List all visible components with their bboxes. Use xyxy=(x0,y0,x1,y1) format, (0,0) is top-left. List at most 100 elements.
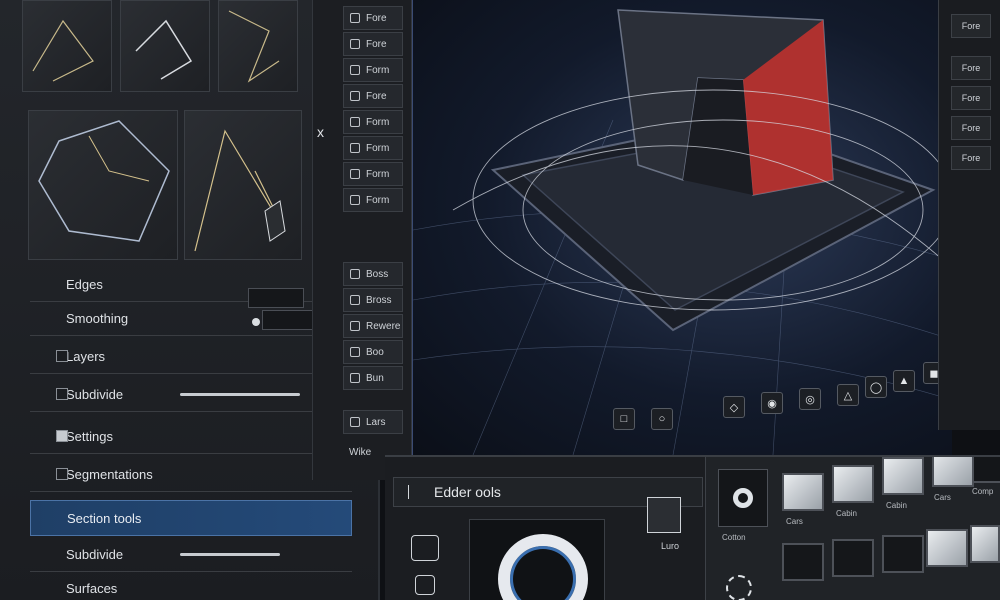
segmentations-checkbox[interactable] xyxy=(56,468,68,480)
swatch-label: Cabin xyxy=(886,501,907,510)
material-swatch[interactable] xyxy=(782,543,824,581)
tool-icon xyxy=(350,195,360,205)
row-label: Segmentations xyxy=(66,467,153,482)
tool-button[interactable]: Bross xyxy=(343,288,403,312)
row-label: Section tools xyxy=(67,510,142,526)
material-swatch[interactable] xyxy=(882,535,924,573)
row-label: Edges xyxy=(66,277,103,292)
subdivide-checkbox[interactable] xyxy=(56,388,68,400)
view-button[interactable]: ◯ xyxy=(865,376,887,398)
right-tool-button[interactable]: Fore xyxy=(951,116,991,140)
tool-button[interactable]: Boo xyxy=(343,340,403,364)
tool-button[interactable]: Form xyxy=(343,110,403,134)
row-label: Subdivide xyxy=(66,547,124,562)
slider-knob[interactable] xyxy=(252,318,260,326)
tool-button[interactable]: Rewere xyxy=(343,314,403,338)
thumbnail[interactable] xyxy=(120,0,210,92)
subdivide-slider[interactable] xyxy=(180,553,280,556)
row-section-tools[interactable]: Section tools xyxy=(30,500,352,536)
swatch-label: Cars xyxy=(786,517,803,526)
material-swatch[interactable] xyxy=(832,465,874,503)
row-segmentations[interactable]: Segmentations xyxy=(30,458,352,492)
row-layers[interactable]: Layers xyxy=(30,340,352,374)
material-swatch[interactable] xyxy=(882,457,924,495)
material-swatch[interactable] xyxy=(932,457,974,487)
right-tool-button[interactable]: Fore xyxy=(951,146,991,170)
material-grid: Cotton Cars Cabin Cabin Cars Comp xyxy=(705,457,1000,600)
tool-button[interactable]: Form xyxy=(343,162,403,186)
tool-icon xyxy=(350,117,360,127)
tool-icon xyxy=(350,295,360,305)
tool-button[interactable]: Form xyxy=(343,188,403,212)
camera-icon[interactable] xyxy=(415,575,435,595)
tool-icon xyxy=(350,65,360,75)
orbit-icon[interactable]: ○ xyxy=(651,408,673,430)
row-label: Settings xyxy=(66,429,113,444)
close-icon[interactable]: x xyxy=(317,124,324,140)
ring-icon xyxy=(498,534,588,600)
material-thumb[interactable] xyxy=(718,469,768,527)
thumbnail-grid xyxy=(8,0,308,265)
right-tool-button[interactable]: Fore xyxy=(951,86,991,110)
row-smoothing[interactable]: Smoothing xyxy=(30,302,352,336)
thumbnail[interactable] xyxy=(28,110,178,260)
row-label: Subdivide xyxy=(66,387,124,402)
thumbnail[interactable] xyxy=(22,0,112,92)
tool-icon xyxy=(350,13,360,23)
material-swatch[interactable] xyxy=(970,525,1000,563)
settings-checkbox[interactable] xyxy=(56,430,68,442)
3d-viewport[interactable]: □ ○ ◇ ◉ ◎ △ ◯ ▲ ◼ xyxy=(412,0,952,455)
row-settings[interactable]: Settings xyxy=(30,420,352,454)
tool-icon xyxy=(350,417,360,427)
tool-button[interactable]: Boss xyxy=(343,262,403,286)
view-button[interactable]: □ xyxy=(613,408,635,430)
view-button[interactable]: ◇ xyxy=(723,396,745,418)
image-icon[interactable] xyxy=(647,497,681,533)
view-button[interactable]: ◎ xyxy=(799,388,821,410)
image-label: Luro xyxy=(661,541,680,551)
row-label: Layers xyxy=(66,349,106,364)
tool-button[interactable]: Form xyxy=(343,58,403,82)
dot-icon xyxy=(733,488,753,508)
view-button[interactable]: ▲ xyxy=(893,370,915,392)
edit-tools-panel: Edder ools Luro Cotton Cars Cabin Cabin … xyxy=(385,455,1000,600)
material-swatch[interactable] xyxy=(782,473,824,511)
gear-icon[interactable] xyxy=(726,575,752,600)
material-swatch[interactable] xyxy=(832,539,874,577)
right-tool-button[interactable]: Fore xyxy=(951,56,991,80)
swatch-label: Cabin xyxy=(836,509,857,518)
row-subdivide[interactable]: Subdivide xyxy=(30,378,352,412)
tool-icon xyxy=(350,321,360,331)
tool-button[interactable]: Fore xyxy=(343,84,403,108)
stamp-icon[interactable] xyxy=(411,535,439,561)
material-swatch-dark[interactable] xyxy=(972,457,1000,483)
row-subdivide-2[interactable]: Subdivide xyxy=(30,538,352,572)
tool-button[interactable]: Fore xyxy=(343,32,403,56)
row-surfaces[interactable]: Surfaces xyxy=(30,572,352,600)
tool-icon xyxy=(350,169,360,179)
subdivide-slider[interactable] xyxy=(180,393,300,396)
tool-button[interactable]: Lars xyxy=(343,410,403,434)
thumbnail[interactable] xyxy=(184,110,302,260)
row-label: Smoothing xyxy=(66,311,129,326)
view-button[interactable]: △ xyxy=(837,384,859,406)
tool-button[interactable]: Bun xyxy=(343,366,403,390)
expand-icon[interactable] xyxy=(408,485,420,499)
panel-title: Edder ools xyxy=(434,484,501,500)
tool-icon xyxy=(350,373,360,383)
preview-pane xyxy=(469,519,605,600)
material-swatch[interactable] xyxy=(926,529,968,567)
thumbnail[interactable] xyxy=(218,0,298,92)
layers-checkbox[interactable] xyxy=(56,350,68,362)
tool-icon xyxy=(350,91,360,101)
tool-button[interactable]: Fore xyxy=(343,6,403,30)
tool-icon xyxy=(350,143,360,153)
tool-icon xyxy=(350,347,360,357)
target-icon[interactable]: ◉ xyxy=(761,392,783,414)
right-toolbar: Fore Fore Fore Fore Fore xyxy=(938,0,1000,430)
tool-icon xyxy=(350,39,360,49)
swatch-label: Cotton xyxy=(722,533,746,542)
right-tool-button[interactable]: Fore xyxy=(951,14,991,38)
row-edges[interactable]: Edges xyxy=(30,268,352,308)
tool-button[interactable]: Form xyxy=(343,136,403,160)
